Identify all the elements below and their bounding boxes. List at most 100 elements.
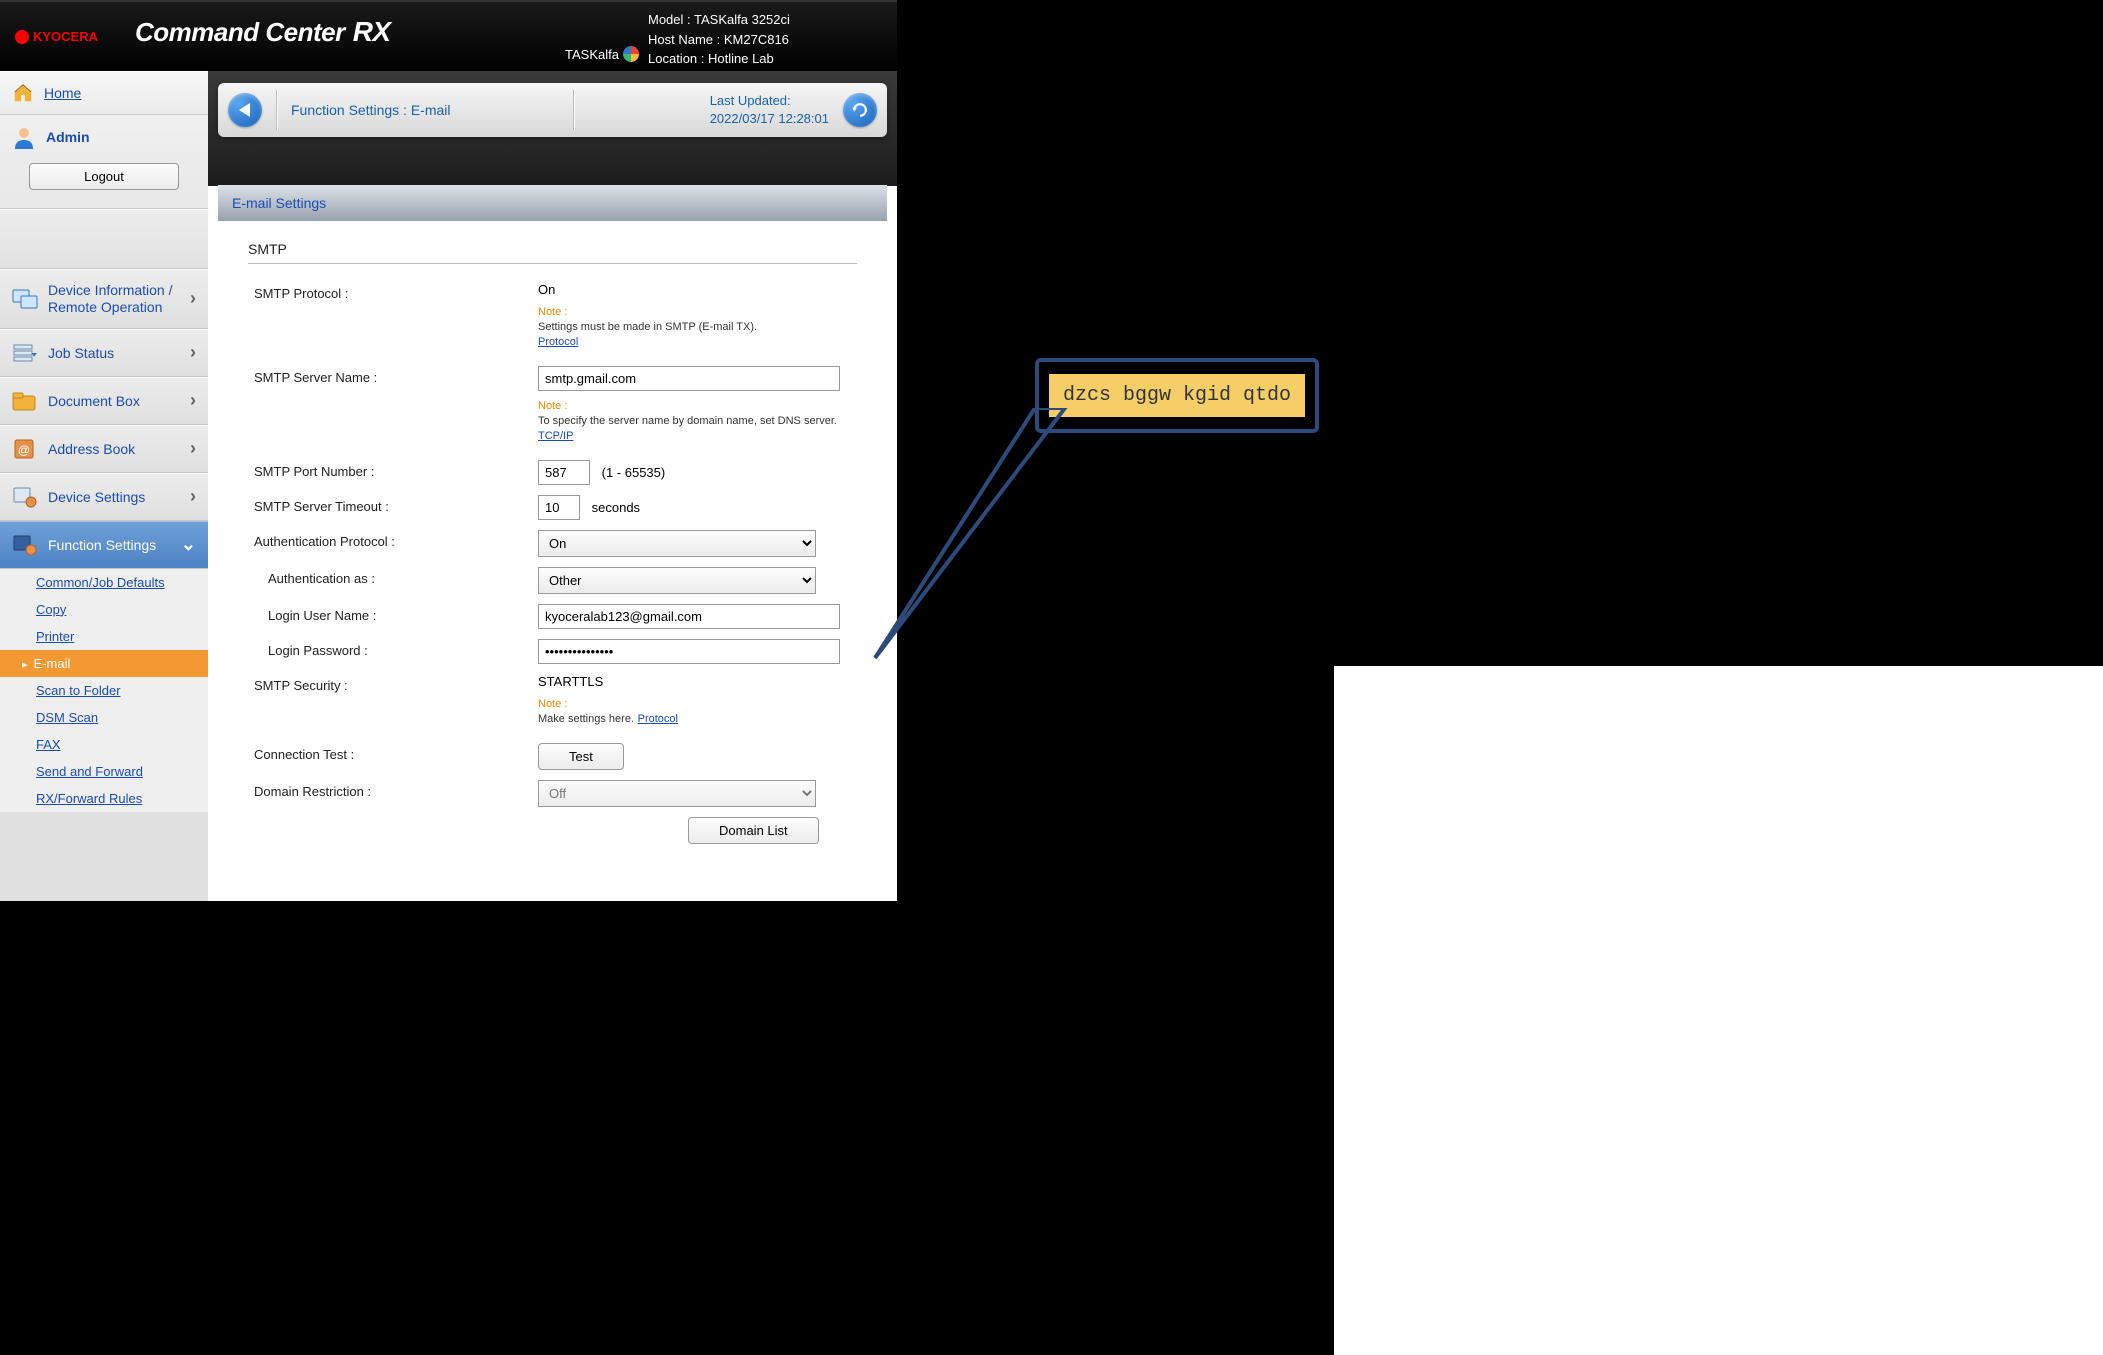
- smtp-port-input[interactable]: [538, 460, 590, 485]
- note-label: Note :: [538, 400, 567, 412]
- chevron-right-icon: ›: [190, 288, 196, 310]
- smtp-protocol-label: SMTP Protocol :: [248, 282, 538, 301]
- divider: [573, 90, 574, 130]
- nav-label: Address Book: [48, 441, 180, 457]
- panel-title: E-mail Settings: [218, 185, 887, 221]
- nav-address-book[interactable]: @ Address Book ›: [0, 425, 208, 473]
- tcpip-link[interactable]: TCP/IP: [538, 430, 573, 442]
- brand-text: KYOCERA: [33, 29, 98, 44]
- note-label: Note :: [538, 306, 567, 318]
- timeout-unit: seconds: [592, 500, 640, 515]
- chevron-down-icon: ⌄: [181, 534, 196, 555]
- subnav-send-forward[interactable]: Send and Forward: [0, 758, 208, 785]
- nav-label: Device Settings: [48, 489, 180, 505]
- taskalfa-badge: TASKalfa: [565, 46, 639, 62]
- subnav-copy[interactable]: Copy: [0, 596, 208, 623]
- home-icon: [12, 82, 34, 104]
- nav-device-information[interactable]: Device Information / Remote Operation ›: [0, 269, 208, 329]
- nav-document-box[interactable]: Document Box ›: [0, 377, 208, 425]
- nav-label: Document Box: [48, 393, 180, 409]
- domain-restrict-select[interactable]: Off: [538, 780, 816, 807]
- content-header: Function Settings : E-mail Last Updated:…: [218, 83, 887, 137]
- subnav-fax[interactable]: FAX: [0, 731, 208, 758]
- auth-protocol-label: Authentication Protocol :: [248, 530, 538, 549]
- note-text: Make settings here.: [538, 713, 634, 725]
- subnav-scan-to-folder[interactable]: Scan to Folder: [0, 677, 208, 704]
- folder-icon: [12, 390, 38, 412]
- refresh-icon: [850, 100, 870, 120]
- domain-list-button[interactable]: Domain List: [688, 817, 819, 844]
- subnav-printer[interactable]: Printer: [0, 623, 208, 650]
- svg-text:@: @: [18, 443, 30, 457]
- chevron-right-icon: ›: [190, 438, 196, 459]
- conn-test-label: Connection Test :: [248, 743, 538, 762]
- subnav-common-defaults[interactable]: Common/Job Defaults: [0, 569, 208, 596]
- nav-device-settings[interactable]: Device Settings ›: [0, 473, 208, 521]
- note-label: Note :: [538, 698, 567, 710]
- home-block[interactable]: Home: [0, 71, 208, 115]
- smtp-port-label: SMTP Port Number :: [248, 460, 538, 479]
- app-window: KYOCERA Command Center RX TASKalfa Model…: [0, 0, 897, 901]
- refresh-button[interactable]: [843, 93, 877, 127]
- content: Function Settings : E-mail Last Updated:…: [208, 71, 897, 901]
- login-user-label: Login User Name :: [248, 604, 538, 623]
- device-info: Model : TASKalfa 3252ci Host Name : KM27…: [648, 10, 790, 69]
- document-stack-icon: [12, 342, 38, 364]
- note-text: Settings must be made in SMTP (E-mail TX…: [538, 321, 757, 333]
- auth-protocol-select[interactable]: On: [538, 530, 816, 557]
- admin-block: Admin Logout: [0, 115, 208, 209]
- nav-job-status[interactable]: Job Status ›: [0, 329, 208, 377]
- subnav-dsm-scan[interactable]: DSM Scan: [0, 704, 208, 731]
- smtp-timeout-input[interactable]: [538, 495, 580, 520]
- smtp-timeout-label: SMTP Server Timeout :: [248, 495, 538, 514]
- chevron-right-icon: ›: [190, 486, 196, 507]
- back-button[interactable]: [228, 93, 262, 127]
- monitor-icon: [12, 288, 38, 310]
- protocol-link2[interactable]: Protocol: [638, 713, 678, 725]
- divider: [276, 90, 277, 130]
- annotation-callout: dzcs bggw kgid qtdo: [1035, 358, 1319, 433]
- kyocera-mark-icon: [15, 30, 29, 44]
- nav-label: Function Settings: [48, 537, 171, 553]
- subnav: Common/Job Defaults Copy Printer E-mail …: [0, 569, 208, 812]
- admin-label: Admin: [46, 129, 90, 145]
- logo-area: KYOCERA: [15, 29, 98, 44]
- sidebar: Home Admin Logout Device Information / R…: [0, 71, 208, 901]
- taskalfa-text: TASKalfa: [565, 47, 619, 62]
- domain-restrict-label: Domain Restriction :: [248, 780, 538, 799]
- breadcrumb: Function Settings : E-mail: [291, 102, 451, 118]
- nav-label: Device Information / Remote Operation: [48, 282, 180, 316]
- smtp-server-input[interactable]: [538, 366, 840, 391]
- chevron-right-icon: ›: [190, 342, 196, 363]
- kyocera-logo: KYOCERA: [15, 29, 98, 44]
- login-user-input[interactable]: [538, 604, 840, 629]
- smtp-security-value: STARTTLS: [538, 674, 857, 689]
- nav-function-settings[interactable]: Function Settings ⌄: [0, 521, 208, 569]
- auth-as-label: Authentication as :: [248, 567, 538, 586]
- auth-as-select[interactable]: Other: [538, 567, 816, 594]
- smtp-protocol-value: On: [538, 282, 857, 297]
- port-range: (1 - 65535): [602, 465, 666, 480]
- callout-tail-icon: [865, 408, 1085, 668]
- login-pass-label: Login Password :: [248, 639, 538, 658]
- white-patch: [1334, 666, 2103, 1355]
- function-gear-icon: [12, 534, 38, 556]
- home-link[interactable]: Home: [44, 85, 81, 101]
- test-button[interactable]: Test: [538, 743, 624, 770]
- sidebar-spacer: [0, 209, 208, 269]
- subnav-rx-forward-rules[interactable]: RX/Forward Rules: [0, 785, 208, 812]
- printer-gear-icon: [12, 486, 38, 508]
- password-reveal-text: dzcs bggw kgid qtdo: [1049, 374, 1305, 417]
- title-main: Command Center: [135, 17, 345, 48]
- product-title: Command Center RX: [120, 16, 391, 48]
- email-settings-panel: E-mail Settings SMTP SMTP Protocol : On …: [218, 185, 887, 874]
- protocol-link[interactable]: Protocol: [538, 336, 578, 348]
- panel-body: SMTP SMTP Protocol : On Note : Settings …: [218, 221, 887, 874]
- logout-button[interactable]: Logout: [29, 163, 179, 190]
- address-book-icon: @: [12, 438, 38, 460]
- chevron-right-icon: ›: [190, 390, 196, 411]
- subnav-email[interactable]: E-mail: [0, 650, 208, 677]
- body: Home Admin Logout Device Information / R…: [0, 71, 897, 901]
- smtp-security-label: SMTP Security :: [248, 674, 538, 693]
- login-pass-input[interactable]: [538, 639, 840, 664]
